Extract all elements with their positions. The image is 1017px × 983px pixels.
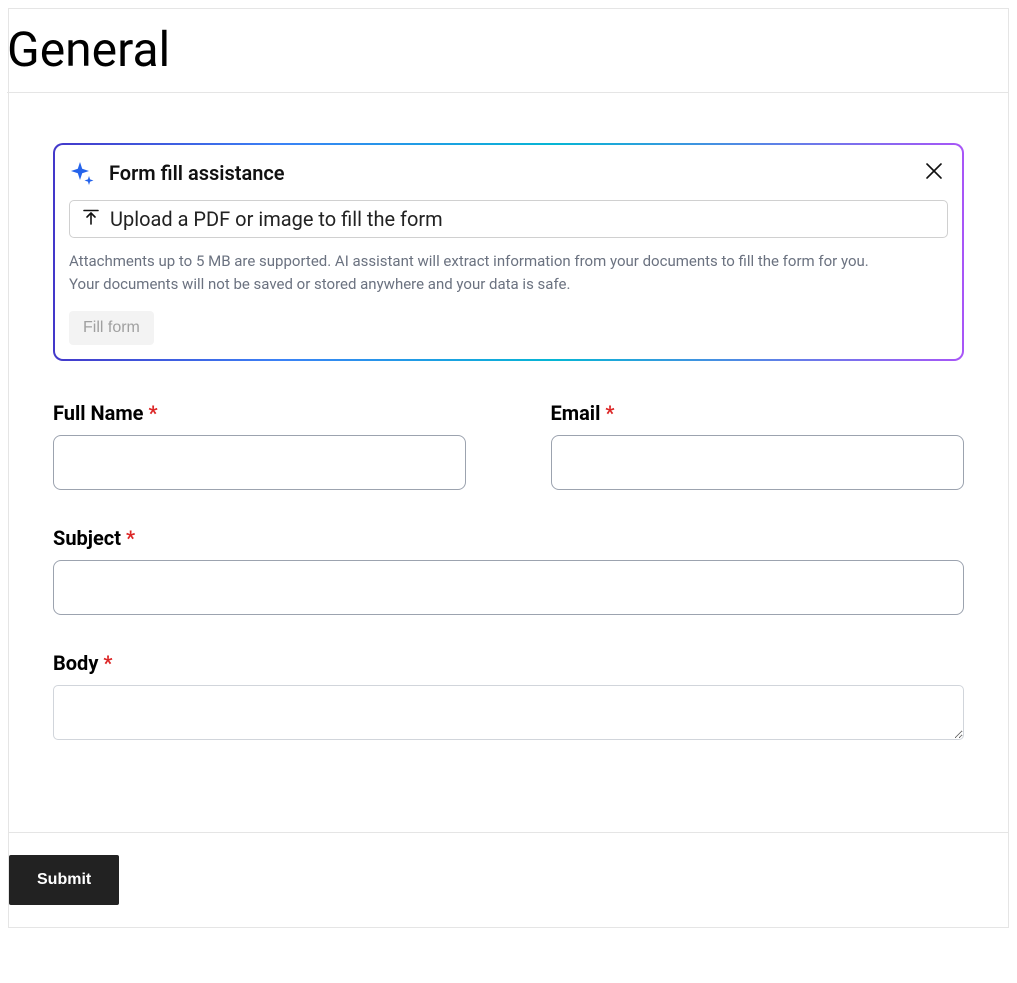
close-assist-button[interactable] (920, 157, 948, 188)
required-marker: * (103, 651, 112, 675)
bottom-actions: Submit (9, 832, 1008, 927)
form-container: General Form fill assistance (8, 8, 1009, 928)
subject-label-text: Subject (53, 526, 121, 550)
field-subject: Subject * (53, 526, 964, 615)
required-marker: * (148, 401, 157, 425)
assist-description-line1: Attachments up to 5 MB are supported. AI… (69, 250, 948, 273)
subject-label: Subject * (53, 526, 964, 550)
required-marker: * (126, 526, 135, 550)
form-fill-assistance-panel: Form fill assistance (53, 143, 964, 361)
subject-input[interactable] (53, 560, 964, 615)
close-icon (924, 161, 944, 184)
upload-icon (82, 208, 100, 230)
assist-title: Form fill assistance (109, 161, 285, 185)
body-label: Body * (53, 651, 964, 675)
assist-header-left: Form fill assistance (69, 160, 285, 186)
body-label-text: Body (53, 651, 98, 675)
email-input[interactable] (551, 435, 965, 490)
upload-file-bar[interactable]: Upload a PDF or image to fill the form (69, 200, 948, 238)
fields-row-1: Full Name * Email * (53, 401, 964, 490)
sparkle-icon (69, 160, 95, 186)
submit-button[interactable]: Submit (9, 855, 119, 905)
field-full-name: Full Name * (53, 401, 467, 490)
upload-prompt-text: Upload a PDF or image to fill the form (110, 207, 443, 231)
field-email: Email * (551, 401, 965, 490)
fill-form-button[interactable]: Fill form (69, 311, 154, 345)
assist-header: Form fill assistance (69, 157, 948, 188)
assist-description: Attachments up to 5 MB are supported. AI… (69, 250, 948, 297)
field-body: Body * (53, 651, 964, 744)
email-label-text: Email (551, 401, 601, 425)
form-area: Form fill assistance (9, 93, 1008, 744)
assist-description-line2: Your documents will not be saved or stor… (69, 273, 948, 296)
full-name-label: Full Name * (53, 401, 467, 425)
body-textarea[interactable] (53, 685, 964, 740)
required-marker: * (605, 401, 614, 425)
full-name-input[interactable] (53, 435, 466, 490)
full-name-label-text: Full Name (53, 401, 143, 425)
page-title: General (7, 9, 1008, 93)
email-label: Email * (551, 401, 965, 425)
